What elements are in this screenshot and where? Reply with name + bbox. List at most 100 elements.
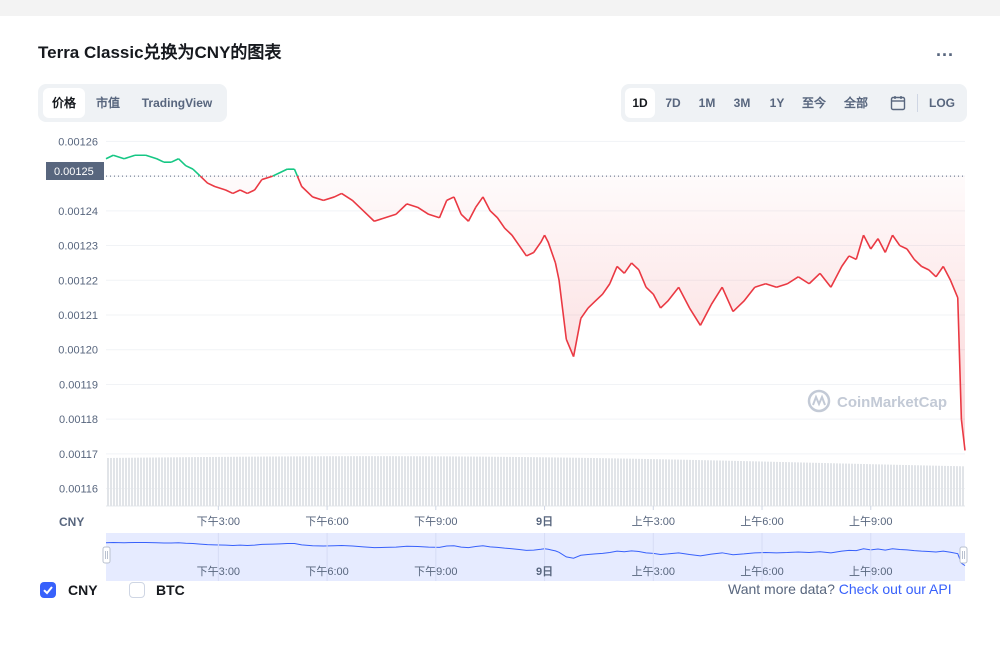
volume-bar <box>521 457 523 506</box>
volume-bar <box>155 457 157 506</box>
volume-bar <box>584 457 586 506</box>
coinmarketcap-watermark: CoinMarketCap <box>807 389 947 413</box>
volume-bar <box>863 464 865 506</box>
volume-bar <box>911 465 913 506</box>
volume-bar <box>233 456 235 506</box>
range-navigator[interactable]: 下午3:00 下午6:00 下午9:00 9日 上午3:00 上午6:00 上午9:00 <box>102 533 968 581</box>
volume-bar <box>665 459 667 506</box>
volume-bar <box>317 456 319 506</box>
cny-legend-label: CNY <box>68 582 98 598</box>
volume-bar <box>605 458 607 506</box>
y-tick-label: 0.00119 <box>59 379 98 391</box>
volume-bar <box>164 457 166 506</box>
volume-bar <box>239 456 241 506</box>
volume-bar <box>776 461 778 506</box>
volume-bar <box>431 456 433 506</box>
volume-bar <box>620 458 622 506</box>
volume-bar <box>926 465 928 506</box>
volume-bar <box>143 457 145 506</box>
volume-bar <box>701 460 703 506</box>
volume-bar <box>947 465 949 506</box>
volume-bar <box>194 457 196 506</box>
volume-bar <box>956 466 958 506</box>
volume-bar <box>176 457 178 506</box>
volume-bar <box>617 458 619 506</box>
navigator-tick-label: 上午6:00 <box>740 565 783 578</box>
volume-bar <box>938 465 940 506</box>
volume-bar <box>419 456 421 506</box>
volume-bar <box>671 459 673 506</box>
volume-bar <box>452 456 454 506</box>
cny-checkbox[interactable] <box>40 582 56 598</box>
volume-bar <box>152 457 154 506</box>
volume-bar <box>209 456 211 506</box>
volume-bar <box>767 461 769 506</box>
navigator-tick-label: 下午3:00 <box>197 565 240 578</box>
volume-bar <box>887 464 889 506</box>
volume-bar <box>791 462 793 506</box>
volume-bar <box>125 457 127 506</box>
volume-bar <box>932 465 934 506</box>
volume-bar <box>962 466 964 506</box>
navigator-left-handle[interactable] <box>102 546 111 564</box>
volume-bar <box>806 462 808 506</box>
reference-price-badge: 0.00125 <box>46 162 104 180</box>
api-prompt-text: Want more data? <box>728 581 835 597</box>
volume-bar <box>494 456 496 506</box>
volume-bar <box>875 464 877 506</box>
x-tick-label: 上午6:00 <box>740 515 783 528</box>
volume-bar <box>230 456 232 506</box>
volume-bar <box>389 456 391 506</box>
volume-bar <box>113 457 115 506</box>
volume-bar <box>596 458 598 506</box>
volume-bar <box>284 456 286 506</box>
api-link[interactable]: Check out our API <box>839 581 952 597</box>
volume-bar <box>311 456 313 506</box>
y-tick-label: 0.00126 <box>58 136 98 148</box>
volume-bar <box>680 459 682 506</box>
volume-bar <box>725 460 727 506</box>
volume-bar <box>119 457 121 506</box>
volume-bar <box>269 456 271 506</box>
navigator-tick-label: 9日 <box>536 565 553 578</box>
volume-bar <box>266 456 268 506</box>
volume-bar <box>827 463 829 506</box>
volume-bar <box>350 456 352 506</box>
btc-checkbox[interactable] <box>129 582 145 598</box>
volume-bar <box>326 456 328 506</box>
volume-bar <box>140 457 142 506</box>
volume-bar <box>197 457 199 506</box>
volume-bar <box>443 456 445 506</box>
volume-bar <box>557 457 559 506</box>
x-tick-label: 下午9:00 <box>414 515 457 528</box>
volume-bar <box>866 464 868 506</box>
volume-bar <box>959 466 961 506</box>
volume-bar <box>896 464 898 506</box>
price-chart: 0.00126 0.00124 0.00123 0.00122 0.00121 0.001… <box>46 136 968 581</box>
volume-bar <box>857 463 859 506</box>
volume-bar <box>560 457 562 506</box>
volume-bar <box>848 463 850 506</box>
volume-bar <box>716 460 718 506</box>
volume-bar <box>218 456 220 506</box>
volume-bar <box>797 462 799 506</box>
volume-bar <box>347 456 349 506</box>
volume-bar <box>785 462 787 506</box>
volume-bar <box>371 456 373 506</box>
volume-bar <box>254 456 256 506</box>
volume-bar <box>572 457 574 506</box>
volume-bar <box>713 460 715 506</box>
volume-bar <box>485 456 487 506</box>
volume-bar <box>656 459 658 506</box>
volume-bar <box>758 461 760 506</box>
navigator-right-handle[interactable] <box>959 546 968 564</box>
volume-bar <box>224 456 226 506</box>
volume-bar <box>518 456 520 506</box>
volume-bar <box>149 457 151 506</box>
volume-bar <box>500 456 502 506</box>
volume-bar <box>191 457 193 506</box>
volume-bar <box>890 464 892 506</box>
volume-bar <box>446 456 448 506</box>
volume-bar <box>200 457 202 506</box>
volume-bar <box>413 456 415 506</box>
